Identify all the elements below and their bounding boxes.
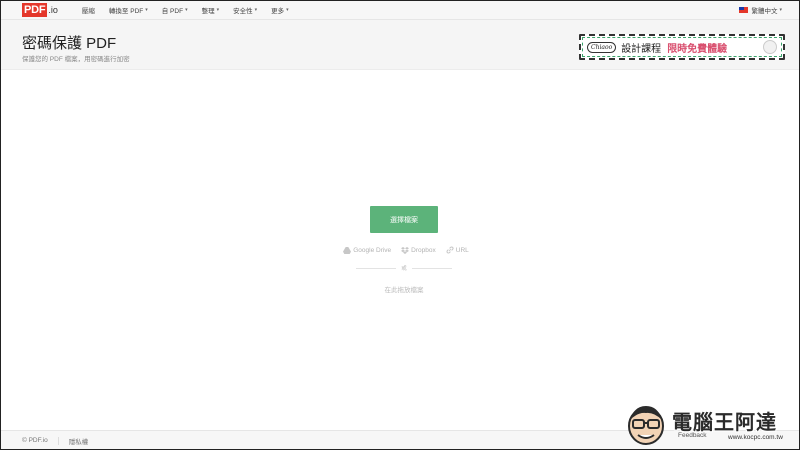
- ad-logo-icon: [763, 40, 777, 54]
- nav-item-organize[interactable]: 整理 ▾: [202, 5, 220, 15]
- nav-item-label: 更多: [271, 7, 285, 15]
- mascot-face-icon: [628, 406, 664, 445]
- url-label: URL: [455, 246, 469, 254]
- or-divider: 或: [356, 264, 453, 272]
- feedback-link[interactable]: Feedback: [678, 432, 707, 439]
- divider-line-right: [411, 267, 453, 269]
- google-drive-label: Google Drive: [353, 246, 392, 254]
- chevron-down-icon: ▾: [779, 7, 782, 13]
- footer-copyright: © PDF.io: [22, 437, 48, 444]
- dropbox-icon: [401, 246, 410, 254]
- nav-item-label: 壓縮: [81, 7, 95, 15]
- nav-item-convert-to-pdf[interactable]: 轉換至 PDF ▾: [109, 5, 148, 15]
- chevron-down-icon: ▾: [286, 6, 289, 13]
- google-drive-icon: [343, 246, 352, 254]
- upload-sources: Google Drive Dropbox URL: [336, 244, 476, 256]
- nav-item-label: 安全性: [233, 7, 253, 15]
- nav-item-label: 整理: [201, 7, 215, 15]
- nav-menu: 壓縮 轉換至 PDF ▾ 自 PDF ▾ 整理 ▾ 安全性 ▾ 更多 ▾: [82, 5, 303, 15]
- nav-item-security[interactable]: 安全性 ▾: [233, 5, 257, 15]
- dropbox-link[interactable]: Dropbox: [401, 246, 436, 254]
- nav-item-label: 轉換至 PDF: [108, 7, 144, 15]
- language-label: 繁體中文: [751, 8, 778, 15]
- nav-item-from-pdf[interactable]: 自 PDF ▾: [162, 5, 188, 15]
- watermark-url: www.kocpc.com.tw: [728, 434, 783, 441]
- page-subtitle: 保護您的 PDF 檔案，用密碼進行加密: [22, 56, 130, 63]
- taiwan-flag-icon: [739, 7, 749, 13]
- ad-promo-text: 限時免費體驗: [667, 43, 728, 55]
- logo-suffix: .io: [48, 4, 58, 15]
- ad-banner[interactable]: Chiaoo 設計課程 限時免費體驗: [579, 34, 785, 60]
- watermark-brand: 電腦王阿達: [672, 412, 777, 434]
- logo-mark: PDF: [22, 2, 48, 17]
- select-file-button[interactable]: 選擇檔案: [370, 206, 438, 233]
- privacy-link[interactable]: 隱私權: [69, 436, 89, 446]
- nav-item-more[interactable]: 更多 ▾: [271, 5, 289, 15]
- footer-separator: [57, 436, 59, 445]
- divider-line-left: [356, 267, 397, 269]
- pdfio-logo[interactable]: PDF .io: [22, 0, 58, 20]
- link-icon: [446, 246, 454, 254]
- chevron-down-icon: ▾: [254, 6, 258, 13]
- site-watermark: 電腦王阿達 www.kocpc.com.tw: [624, 400, 794, 448]
- dropbox-label: Dropbox: [411, 246, 436, 254]
- ad-main-text: 設計課程: [621, 43, 662, 55]
- language-selector[interactable]: 繁體中文 ▾: [739, 0, 782, 20]
- or-text: 或: [401, 266, 407, 272]
- chevron-down-icon: ▾: [216, 6, 220, 13]
- nav-item-label: 自 PDF: [161, 7, 184, 15]
- chevron-down-icon: ▾: [185, 6, 188, 13]
- google-drive-link[interactable]: Google Drive: [343, 246, 392, 254]
- page-title: 密碼保護 PDF: [22, 35, 117, 52]
- nav-item-compress[interactable]: 壓縮: [82, 5, 95, 15]
- ad-brand-badge: Chiaoo: [587, 41, 617, 53]
- drop-zone-text: 在此拖放檔案: [384, 287, 424, 294]
- chevron-down-icon: ▾: [145, 6, 148, 13]
- url-link[interactable]: URL: [446, 246, 469, 254]
- top-nav: PDF .io 壓縮 轉換至 PDF ▾ 自 PDF ▾ 整理 ▾ 安全性 ▾ …: [0, 0, 800, 20]
